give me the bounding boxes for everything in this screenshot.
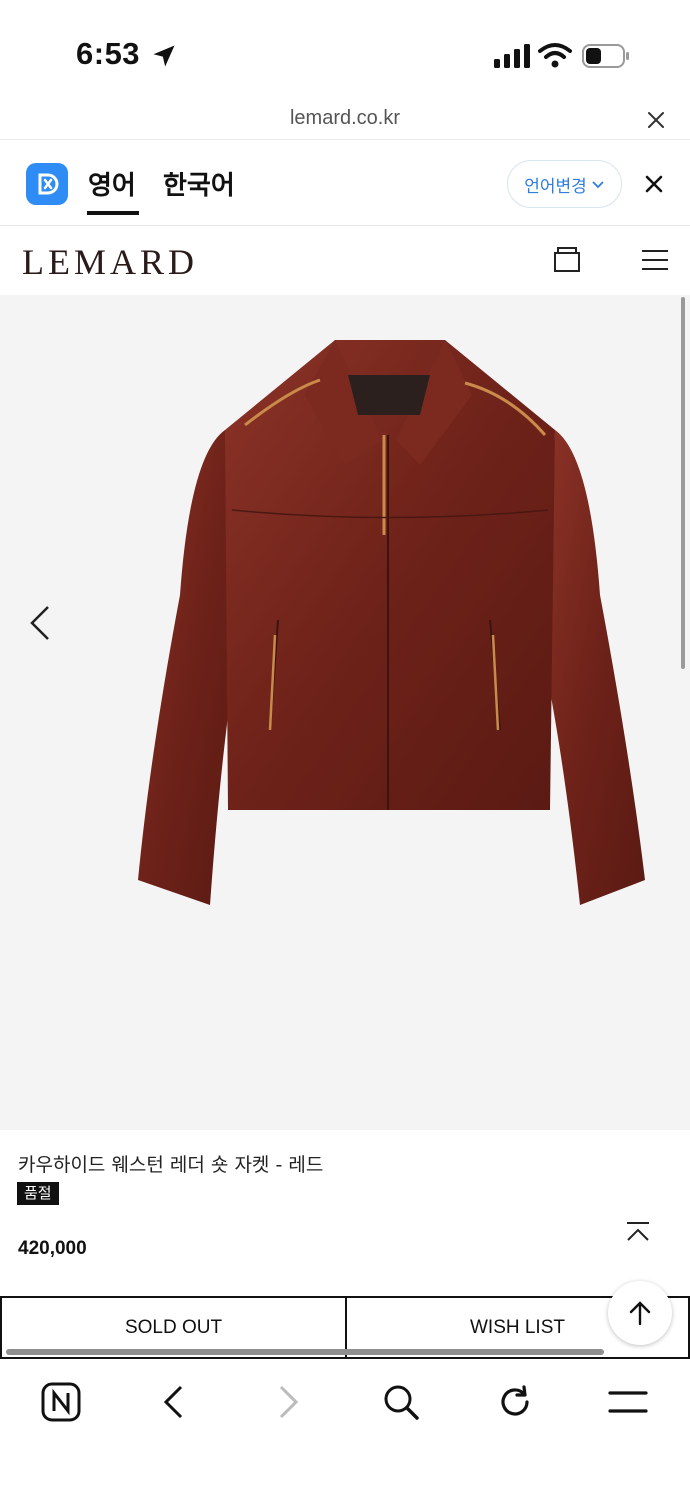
forward-button[interactable] <box>266 1380 310 1424</box>
status-time: 6:53 <box>76 36 141 71</box>
active-tab-indicator <box>87 211 139 215</box>
translate-logo-icon <box>26 163 68 205</box>
change-language-label: 언어변경 <box>524 176 587 197</box>
signal-icon <box>494 44 530 68</box>
tab-target-language[interactable]: 한국어 <box>163 165 235 202</box>
refresh-icon <box>501 1385 529 1416</box>
site-header: LEMARD <box>0 227 690 295</box>
image-scrollbar[interactable] <box>681 297 685 669</box>
naver-home-button[interactable] <box>39 1380 83 1424</box>
shopping-bag-icon[interactable] <box>552 244 582 274</box>
forward-icon <box>279 1385 299 1419</box>
refresh-button[interactable] <box>493 1380 537 1424</box>
collapse-up-icon[interactable] <box>624 1220 652 1244</box>
status-badge: 품절 <box>17 1182 59 1205</box>
translate-bar: 영어 한국어 언어변경 <box>0 141 690 226</box>
url-text[interactable]: lemard.co.kr <box>0 107 690 130</box>
naver-home-icon <box>41 1382 81 1422</box>
product-price: 420,000 <box>18 1238 87 1259</box>
product-jacket-image <box>138 340 645 905</box>
sold-out-label: SOLD OUT <box>124 1316 223 1338</box>
location-arrow-icon <box>153 45 175 67</box>
search-button[interactable] <box>379 1380 423 1424</box>
hamburger-menu-icon[interactable] <box>640 247 670 273</box>
arrow-up-icon <box>629 1301 651 1326</box>
chevron-left-icon[interactable] <box>26 603 56 643</box>
brand-logo[interactable]: LEMARD <box>22 241 198 283</box>
back-button[interactable] <box>152 1380 196 1424</box>
browser-menu-button[interactable] <box>606 1380 650 1424</box>
tab-source-language[interactable]: 영어 <box>88 165 136 202</box>
back-icon <box>163 1385 183 1419</box>
browser-bottom-nav <box>0 1360 690 1500</box>
wish-list-label: WISH LIST <box>469 1316 565 1338</box>
battery-icon <box>582 44 629 68</box>
chevron-down-icon <box>592 181 604 189</box>
change-language-button[interactable]: 언어변경 <box>507 160 622 208</box>
menu-icon <box>608 1391 648 1413</box>
address-bar[interactable]: lemard.co.kr <box>0 100 690 140</box>
product-image-carousel[interactable] <box>0 295 690 1130</box>
wifi-icon <box>538 43 572 68</box>
close-icon[interactable] <box>644 108 668 132</box>
status-bar: 6:53 <box>0 0 690 100</box>
close-icon[interactable] <box>643 173 665 195</box>
scroll-to-top-button[interactable] <box>608 1281 672 1345</box>
product-info: 카우하이드 웨스턴 레더 숏 자켓 - 레드 품절 420,000 <box>0 1130 690 1295</box>
search-icon <box>384 1385 419 1420</box>
product-name: 카우하이드 웨스턴 레더 숏 자켓 - 레드 <box>18 1154 324 1176</box>
horizontal-scrollbar[interactable] <box>6 1349 604 1355</box>
